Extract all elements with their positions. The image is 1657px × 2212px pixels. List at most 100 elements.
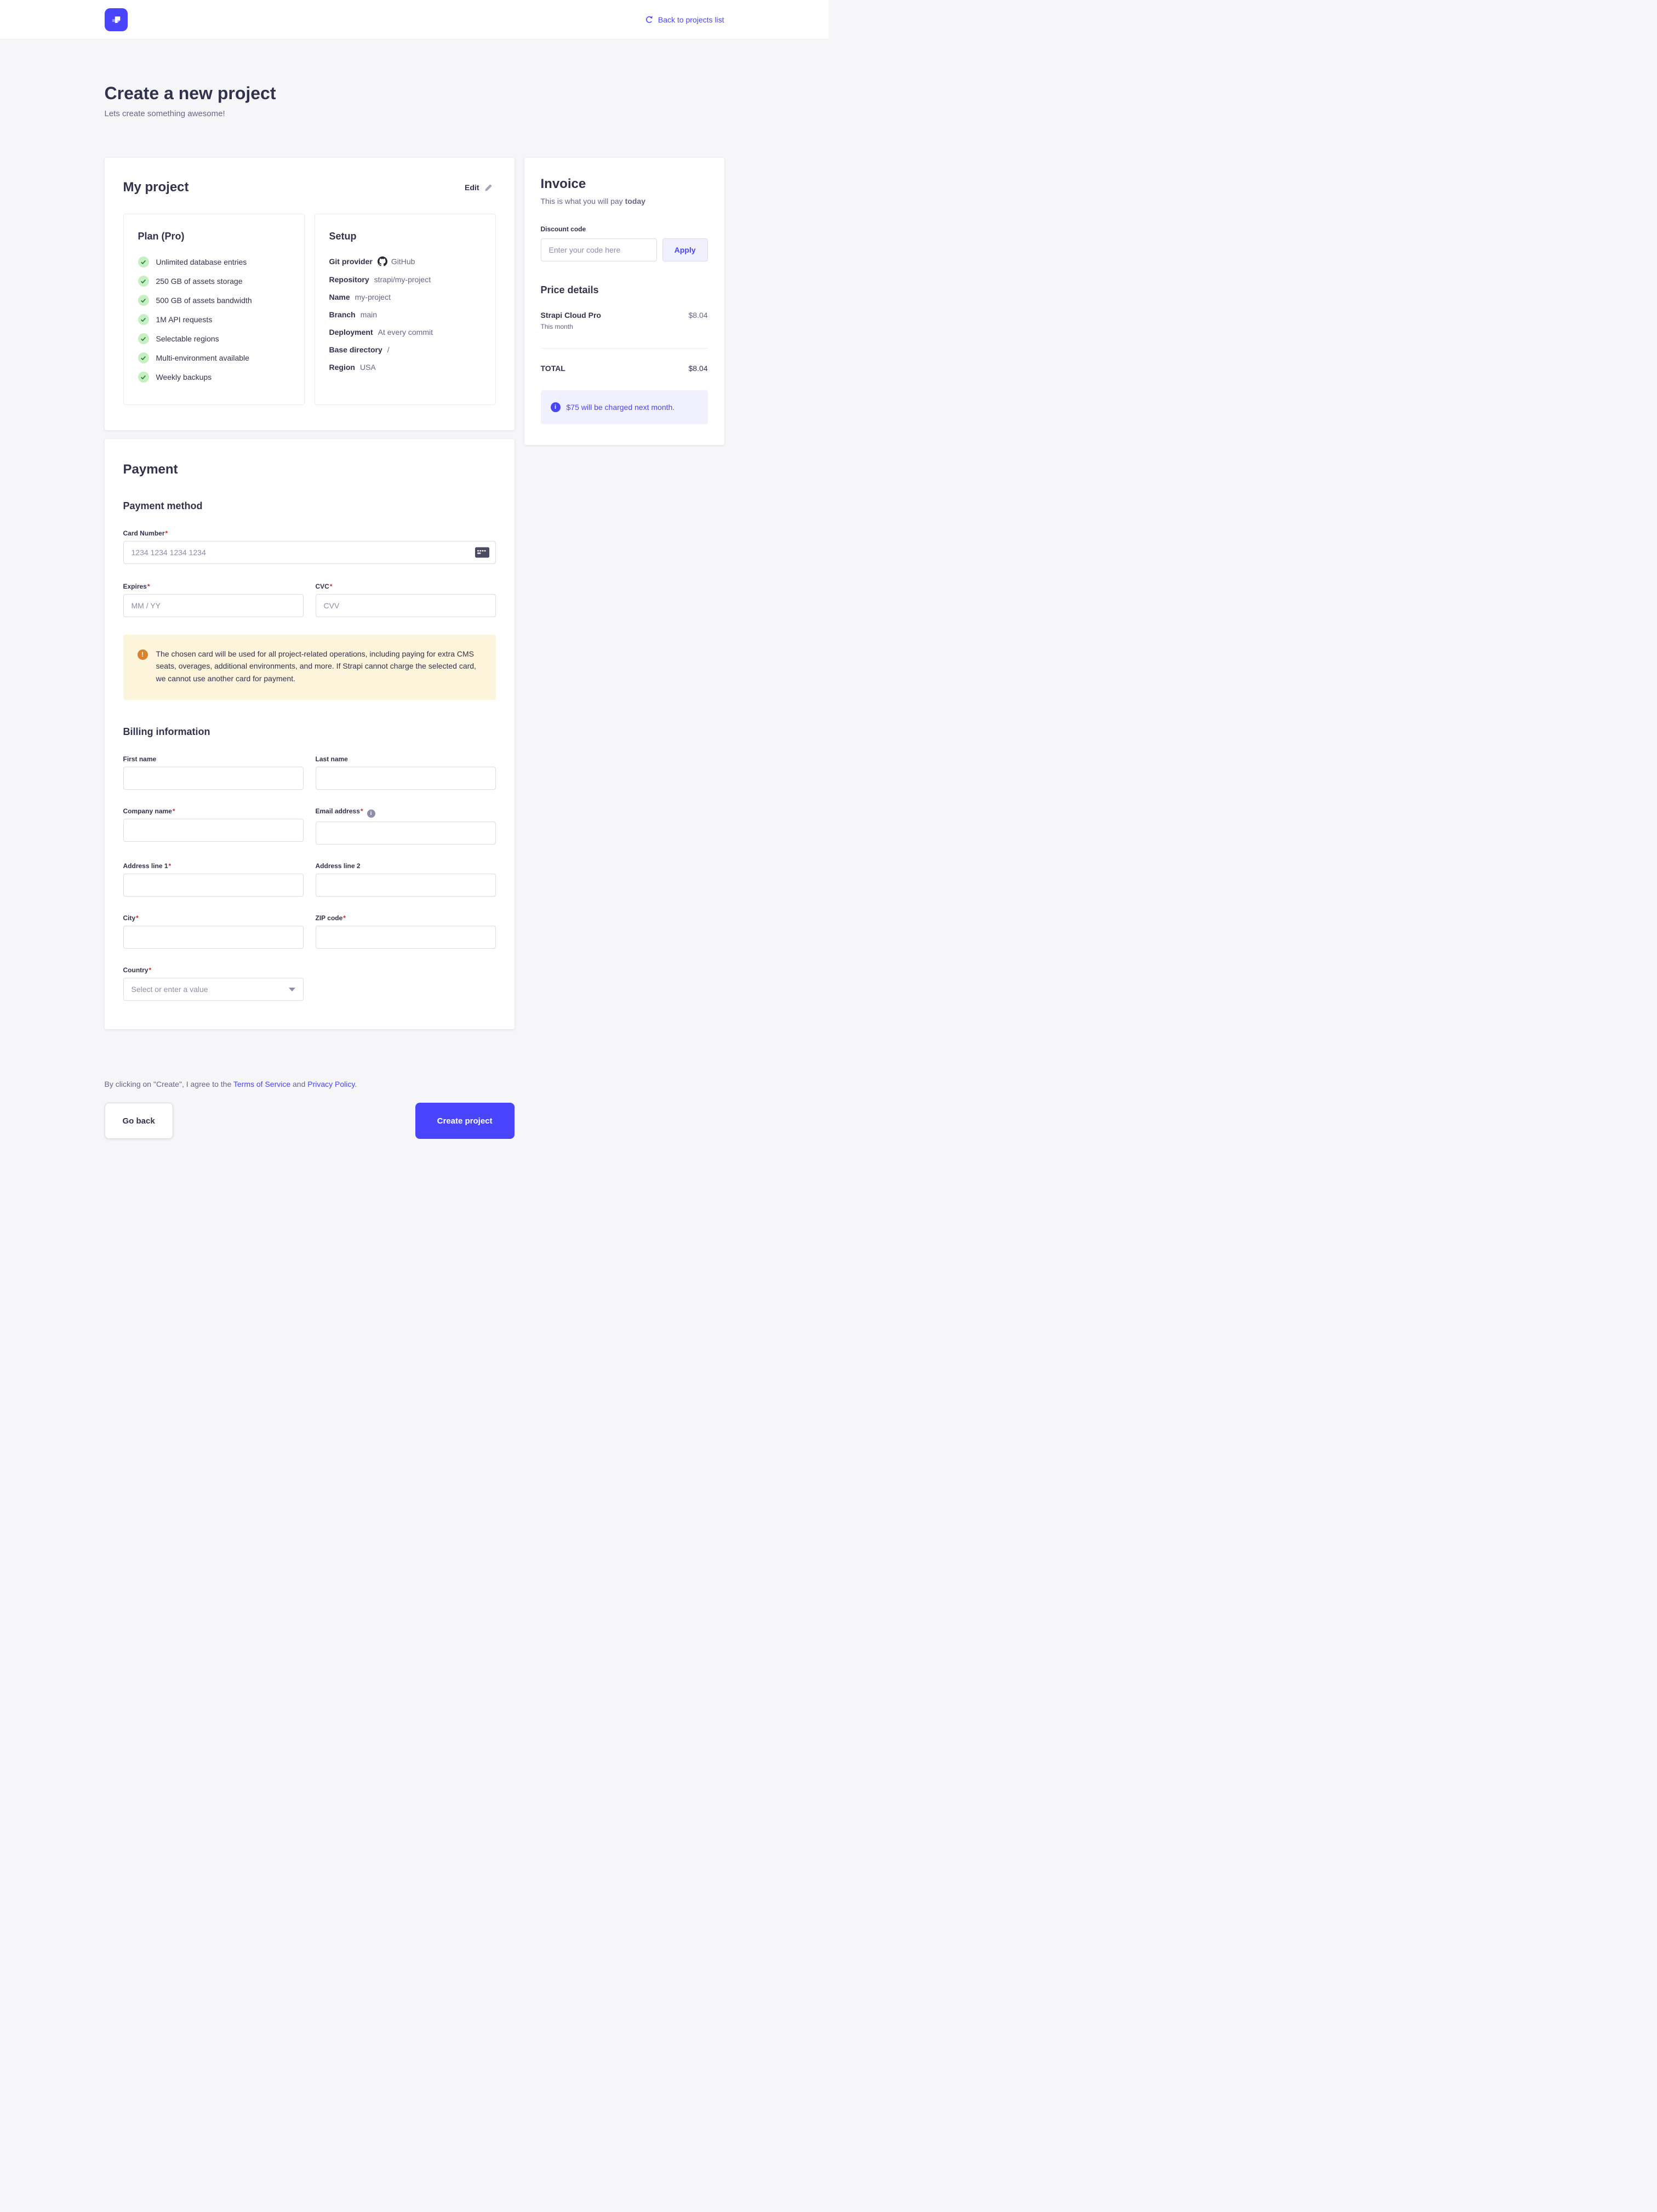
total-label: TOTAL (541, 364, 565, 373)
address-line2-field-group: Address line 2 (316, 861, 496, 897)
check-circle-icon (138, 276, 149, 287)
plan-feature-label: Weekly backups (156, 373, 212, 381)
line-item-amount: $8.04 (688, 311, 707, 320)
plan-box-title: Plan (Pro) (138, 231, 290, 242)
card-number-input[interactable] (123, 541, 496, 564)
invoice-divider (541, 348, 708, 349)
company-name-label: Company name* (123, 807, 175, 815)
setup-row-value: At every commit (378, 328, 433, 337)
required-asterisk: * (147, 583, 150, 590)
info-circle-icon[interactable]: i (367, 809, 375, 818)
price-details-title: Price details (541, 284, 708, 296)
setup-row-deployment: Deployment At every commit (329, 328, 481, 337)
cvc-field-group: CVC* (316, 581, 496, 617)
last-name-input[interactable] (316, 767, 496, 790)
setup-row-base-directory: Base directory / (329, 345, 481, 354)
cvc-input[interactable] (316, 594, 496, 617)
expires-field-group: Expires* (123, 581, 304, 617)
setup-row-label: Region (329, 363, 355, 372)
address-line1-input[interactable] (123, 874, 304, 897)
privacy-policy-link[interactable]: Privacy Policy (307, 1080, 355, 1088)
address-line2-label: Address line 2 (316, 862, 361, 870)
country-select[interactable]: Select or enter a value (123, 978, 304, 1001)
setup-row-repository: Repository strapi/my-project (329, 275, 481, 284)
plan-box: Plan (Pro) Unlimited database entries 25… (123, 214, 305, 405)
invoice-title: Invoice (541, 176, 708, 192)
setup-row-value: GitHub (391, 257, 415, 266)
check-circle-icon (138, 372, 149, 383)
project-card-title: My project (123, 180, 189, 195)
check-circle-icon (138, 352, 149, 363)
back-link-label: Back to projects list (658, 15, 724, 24)
card-number-label: Card Number* (123, 529, 168, 537)
chevron-down-icon (289, 988, 295, 991)
terms-of-service-link[interactable]: Terms of Service (233, 1080, 290, 1088)
edit-button-label: Edit (465, 183, 479, 192)
plan-feature: Multi-environment available (138, 352, 290, 363)
last-name-label: Last name (316, 755, 348, 763)
invoice-subtitle: This is what you will pay today (541, 197, 708, 206)
invoice-subtitle-prefix: This is what you will pay (541, 197, 625, 206)
required-asterisk: * (169, 862, 172, 870)
apply-discount-button[interactable]: Apply (662, 238, 708, 261)
plan-feature-label: 500 GB of assets bandwidth (156, 296, 252, 305)
field-spacer (316, 949, 496, 1001)
address-line2-input[interactable] (316, 874, 496, 897)
required-asterisk: * (173, 807, 175, 815)
setup-box: Setup Git provider GitHub Repository str… (315, 214, 496, 405)
setup-row-value: my-project (355, 293, 391, 301)
page-subtitle: Lets create something awesome! (105, 109, 724, 118)
total-amount: $8.04 (688, 364, 707, 373)
first-name-label: First name (123, 755, 157, 763)
plan-feature-label: Unlimited database entries (156, 258, 247, 266)
plan-feature: Weekly backups (138, 372, 290, 383)
payment-method-title: Payment method (123, 500, 496, 512)
setup-row-value: strapi/my-project (374, 275, 431, 284)
plan-feature-label: 250 GB of assets storage (156, 277, 243, 286)
company-name-field-group: Company name* (123, 806, 304, 845)
setup-row-label: Branch (329, 310, 356, 319)
warning-icon: ! (138, 649, 148, 660)
required-asterisk: * (343, 914, 346, 922)
next-month-charge-text: $75 will be charged next month. (567, 403, 675, 412)
setup-row-label: Deployment (329, 328, 373, 337)
plan-feature: 250 GB of assets storage (138, 276, 290, 287)
expires-label: Expires* (123, 583, 150, 590)
email-input[interactable] (316, 822, 496, 845)
go-back-button[interactable]: Go back (105, 1103, 173, 1139)
plan-feature-label: 1M API requests (156, 315, 213, 324)
setup-row-label: Base directory (329, 345, 382, 354)
invoice-total-row: TOTAL $8.04 (541, 364, 708, 373)
plan-feature-label: Selectable regions (156, 334, 219, 343)
setup-row-label: Name (329, 293, 350, 301)
zip-code-input[interactable] (316, 926, 496, 949)
setup-row-region: Region USA (329, 363, 481, 372)
company-name-input[interactable] (123, 819, 304, 842)
zip-code-label: ZIP code* (316, 914, 346, 922)
agreement-period: . (355, 1080, 357, 1088)
agreement-prefix: By clicking on "Create", I agree to the (105, 1080, 233, 1088)
pencil-icon (484, 184, 493, 192)
strapi-mark-icon (110, 14, 122, 26)
check-circle-icon (138, 314, 149, 325)
card-usage-warning-text: The chosen card will be used for all pro… (156, 648, 482, 685)
line-item-name: Strapi Cloud Pro (541, 311, 601, 320)
info-circle-icon: i (551, 402, 561, 412)
first-name-input[interactable] (123, 767, 304, 790)
strapi-logo[interactable] (105, 8, 128, 31)
setup-row-git-provider: Git provider GitHub (329, 256, 481, 266)
address-line1-field-group: Address line 1* (123, 861, 304, 897)
setup-row-label: Repository (329, 275, 369, 284)
create-project-button[interactable]: Create project (415, 1103, 515, 1139)
edit-project-button[interactable]: Edit (461, 183, 495, 192)
discount-code-input[interactable] (541, 238, 657, 261)
billing-information-title: Billing information (123, 726, 496, 738)
back-to-projects-link[interactable]: Back to projects list (645, 15, 724, 24)
city-field-group: City* (123, 913, 304, 949)
plan-feature: 1M API requests (138, 314, 290, 325)
required-asterisk: * (330, 583, 333, 590)
city-input[interactable] (123, 926, 304, 949)
top-bar: Back to projects list (0, 0, 828, 39)
expires-input[interactable] (123, 594, 304, 617)
check-circle-icon (138, 333, 149, 344)
